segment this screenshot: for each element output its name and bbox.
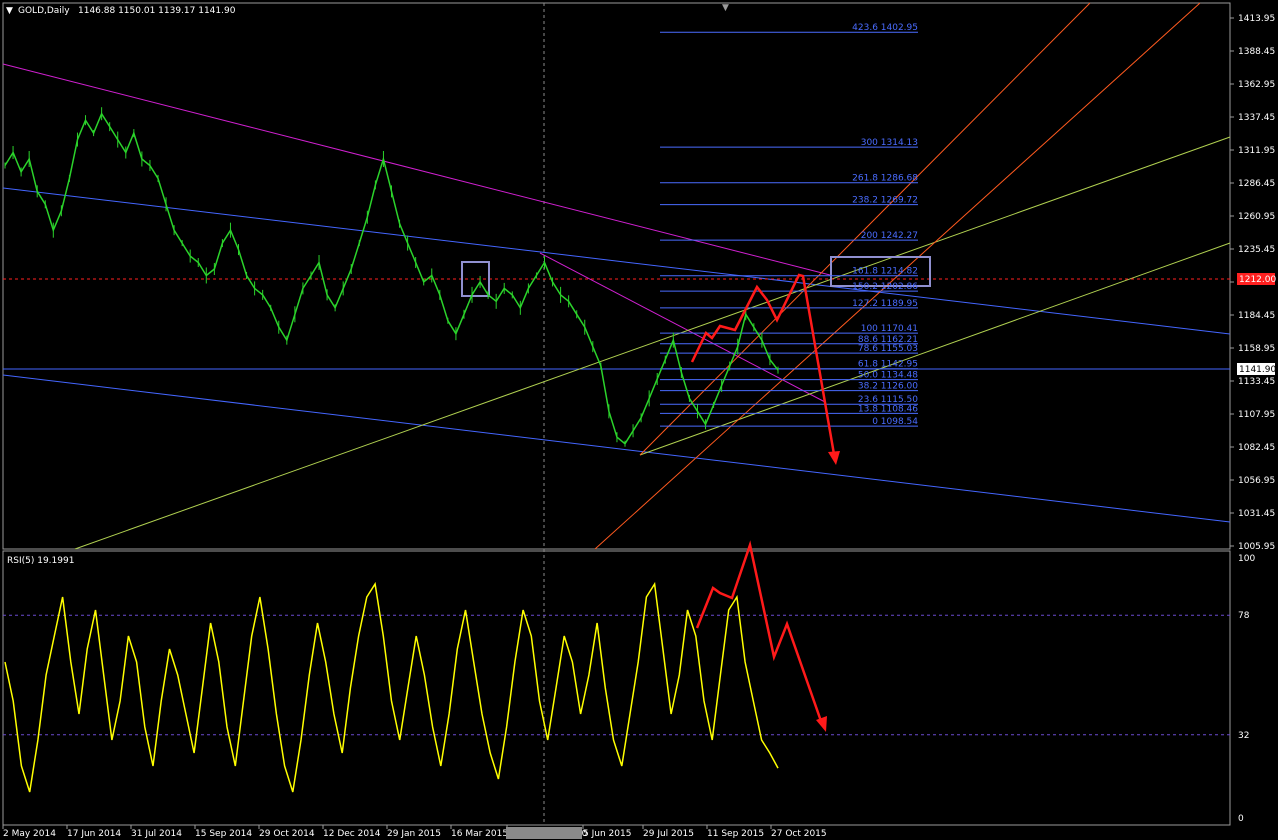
price-tick-label: 1362.95: [1238, 80, 1275, 90]
fib-level-label: 78.6 1155.03: [858, 344, 918, 354]
fib-level-label: 13.8 1108.46: [858, 404, 918, 414]
collapse-icon[interactable]: ▼: [6, 6, 13, 16]
price-tick-label: 1158.95: [1238, 344, 1275, 354]
price-pane[interactable]: [2, 2, 1231, 550]
fib-level-label: 261.8 1286.68: [852, 174, 918, 184]
fib-level-label: 0 1098.54: [872, 417, 918, 427]
date-tick-label: 29 Oct 2014: [259, 829, 315, 839]
fib-level-label: 423.6 1402.95: [852, 23, 918, 33]
price-tick-label: 1311.95: [1238, 146, 1275, 156]
price-tick-label: 1107.95: [1238, 410, 1275, 420]
price-tick-label: 1056.95: [1238, 476, 1275, 486]
fib-level-label: 50.0 1134.48: [858, 371, 918, 381]
fib-level-label: 150.2 1202.86: [852, 282, 918, 292]
price-tick-label: 1388.45: [1238, 47, 1275, 57]
symbol-label: GOLD,Daily: [18, 6, 70, 16]
date-tick-label: 15 Sep 2014: [195, 829, 252, 839]
date-tick-label: 5 Jun 2015: [583, 829, 631, 839]
shift-marker-icon[interactable]: ▼: [722, 3, 729, 13]
date-tick-label: 12 Dec 2014: [323, 829, 381, 839]
rsi-tick-label: 0: [1238, 814, 1244, 824]
date-tick-label: 2 May 2014: [3, 829, 56, 839]
price-tick-label: 1031.45: [1238, 509, 1275, 519]
fib-level-label: 38.2 1126.00: [858, 382, 918, 392]
date-tick-label: 27 Oct 2015: [771, 829, 827, 839]
bid-tag-label: 1212.00: [1239, 275, 1276, 285]
price-tick-label: 1082.45: [1238, 443, 1275, 453]
date-tick-label: 17 Jun 2014: [67, 829, 121, 839]
price-tick-label: 1337.45: [1238, 113, 1275, 123]
date-tick-label: 16 Mar 2015: [451, 829, 508, 839]
rsi-tick-label: 100: [1238, 554, 1255, 564]
cursor-date-tag: [506, 827, 582, 839]
price-tick-label: 1260.95: [1238, 212, 1275, 222]
last-price-label: 1141.90: [1239, 365, 1276, 375]
ohlc-readout: 1146.88 1150.01 1139.17 1141.90: [78, 6, 236, 16]
fib-level-label: 100 1170.41: [861, 324, 918, 334]
date-axis: 2 May 2014 17 Jun 2014 31 Jul 2014 15 Sep 2…: [2, 825, 827, 839]
price-tick-label: 1413.95: [1238, 14, 1275, 24]
rsi-axis: 100 78 32 0: [1238, 554, 1255, 824]
rsi-pane[interactable]: [2, 550, 1231, 826]
rsi-tick-label: 78: [1238, 611, 1250, 621]
fib-level-label: 238.2 1269.72: [852, 196, 918, 206]
date-tick-label: 11 Sep 2015: [707, 829, 764, 839]
rsi-title: RSI(5) 19.1991: [7, 556, 74, 566]
fib-level-label: 127.2 1189.95: [852, 299, 918, 309]
date-tick-label: 29 Jul 2015: [643, 829, 694, 839]
price-tick-label: 1184.45: [1238, 311, 1275, 321]
rsi-tick-label: 32: [1238, 731, 1249, 741]
price-tick-label: 1235.45: [1238, 245, 1275, 255]
date-tick-label: 31 Jul 2014: [131, 829, 182, 839]
price-tick-label: 1286.45: [1238, 179, 1275, 189]
date-tick-label: 29 Jan 2015: [387, 829, 441, 839]
fib-level-label: 200 1242.27: [861, 231, 918, 241]
fib-level-label: 61.8 1142.95: [858, 360, 918, 370]
price-tick-label: 1005.95: [1238, 542, 1275, 552]
trading-chart[interactable]: ▼ GOLD,Daily 1146.88 1150.01 1139.17 114…: [0, 0, 1278, 840]
fib-level-label: 161.8 1214.82: [852, 267, 918, 277]
fib-level-label: 300 1314.13: [861, 138, 918, 148]
price-tick-label: 1133.45: [1238, 377, 1275, 387]
